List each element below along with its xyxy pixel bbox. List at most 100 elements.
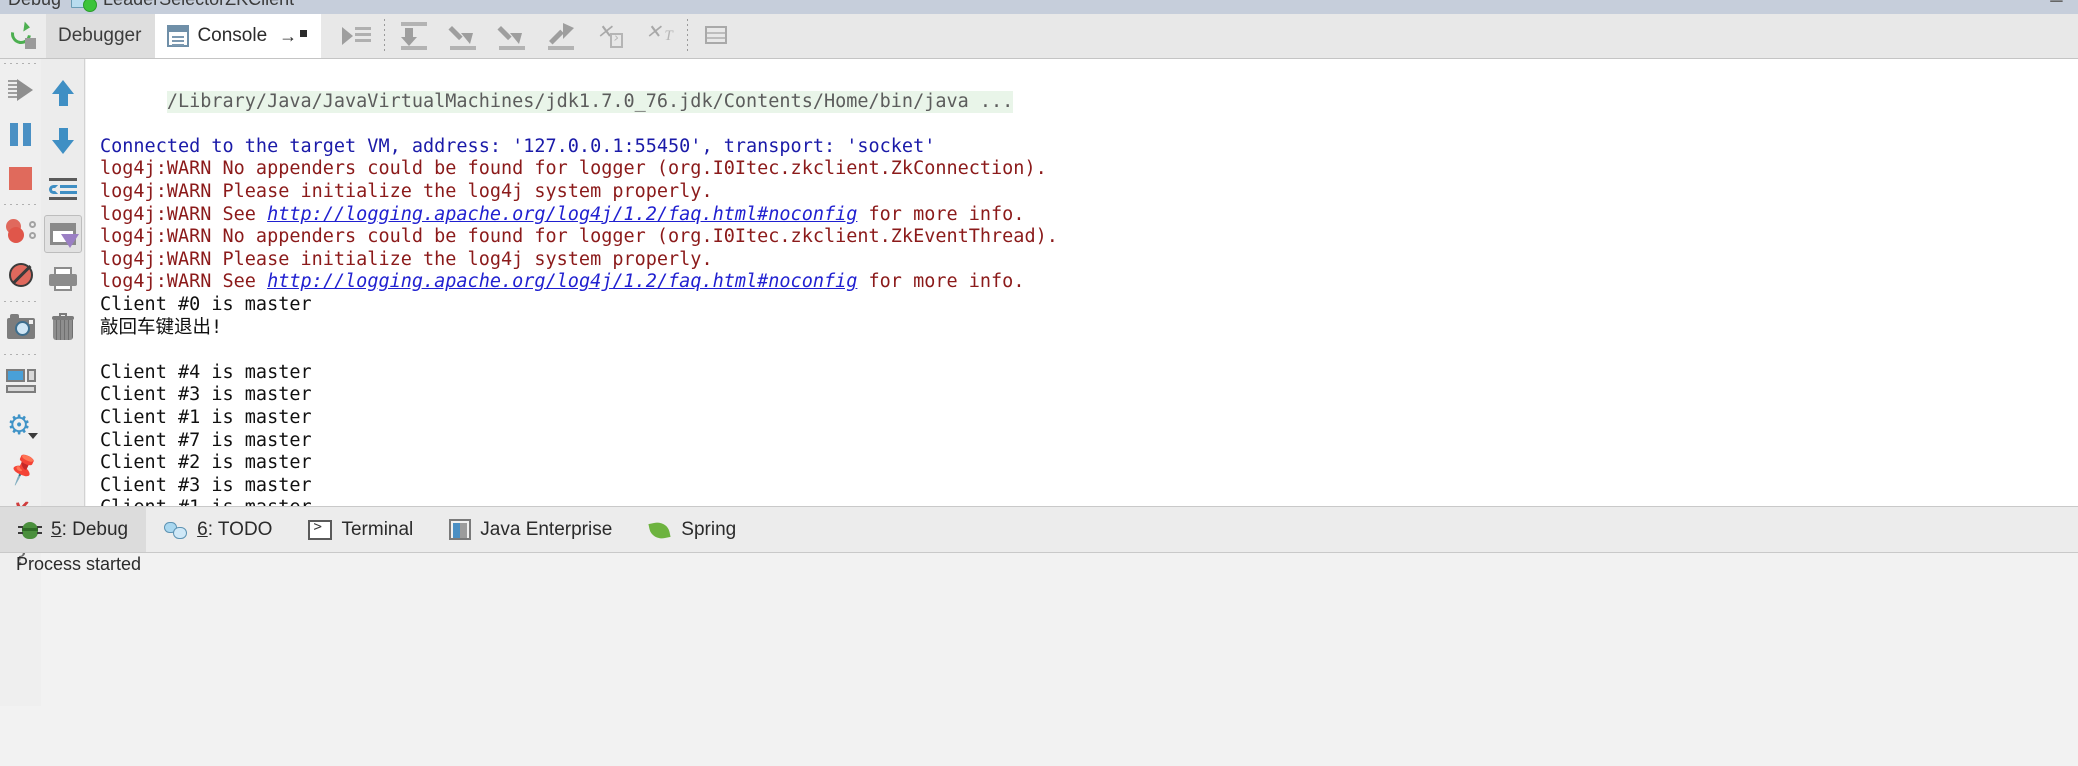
tool-window-spring[interactable]: Spring bbox=[630, 507, 754, 552]
restore-layout-button[interactable] bbox=[0, 359, 41, 403]
console-command-line: /Library/Java/JavaVirtualMachines/jdk1.7… bbox=[166, 90, 1014, 114]
tab-debugger[interactable]: Debugger bbox=[46, 14, 156, 58]
step-over-button[interactable] bbox=[389, 14, 438, 58]
step-over-icon bbox=[399, 21, 429, 51]
soft-wrap-button[interactable] bbox=[41, 167, 85, 211]
rail-separator-2 bbox=[4, 204, 37, 205]
pause-program-button[interactable] bbox=[0, 112, 41, 156]
tab-pin-control[interactable]: → bbox=[279, 25, 308, 47]
bug-icon bbox=[18, 520, 42, 540]
window-title-prefix: Debug bbox=[8, 0, 61, 10]
log4j-faq-link[interactable]: http://logging.apache.org/log4j/1.2/faq.… bbox=[267, 204, 857, 225]
toolbar-separator bbox=[384, 19, 386, 53]
console-line: log4j:WARN See http://logging.apache.org… bbox=[100, 204, 2078, 227]
thread-dump-button[interactable] bbox=[0, 306, 41, 350]
tool-window-todo-label: 6: TODO bbox=[197, 519, 272, 541]
tab-pin-arrow: → bbox=[279, 25, 298, 46]
settings-button[interactable]: ⚙ bbox=[0, 403, 41, 447]
show-execution-point-button[interactable] bbox=[331, 14, 380, 58]
pause-icon bbox=[10, 122, 31, 146]
breakpoints-icon bbox=[5, 219, 36, 243]
print-button[interactable] bbox=[41, 257, 85, 301]
pin-tab-button[interactable]: 📌 bbox=[0, 447, 42, 491]
console-line: log4j:WARN No appenders could be found f… bbox=[100, 158, 1047, 180]
status-bar-message: Process started bbox=[16, 554, 142, 574]
gear-icon: ⚙ bbox=[7, 412, 38, 439]
console-warn-prefix: log4j:WARN See bbox=[100, 271, 268, 293]
drop-frame-button[interactable]: ✕ bbox=[585, 14, 634, 58]
scroll-to-end-icon bbox=[50, 223, 79, 248]
scroll-to-end-button[interactable] bbox=[44, 215, 82, 253]
tab-console-label: Console bbox=[197, 25, 268, 46]
drop-frame-icon: ✕ bbox=[595, 21, 625, 51]
tool-window-debug-text: : Debug bbox=[61, 518, 129, 540]
run-to-cursor-icon: ✕ T bbox=[645, 22, 673, 44]
step-into-button[interactable] bbox=[438, 14, 487, 58]
step-into-icon bbox=[448, 21, 478, 51]
tool-window-java-enterprise[interactable]: Java Enterprise bbox=[431, 507, 630, 552]
view-breakpoints-button[interactable] bbox=[0, 209, 41, 253]
force-step-into-icon bbox=[497, 21, 527, 51]
window-menu-icon[interactable]: ☰ bbox=[2049, 0, 2064, 7]
soft-wrap-icon bbox=[49, 178, 77, 200]
tab-debugger-label: Debugger bbox=[58, 25, 142, 46]
rerun-button[interactable] bbox=[0, 14, 46, 58]
layout-icon bbox=[5, 369, 36, 393]
rail-separator-4 bbox=[4, 354, 37, 355]
clear-all-button[interactable] bbox=[41, 305, 85, 349]
stepping-toolbar: ✕ ✕T bbox=[321, 14, 742, 58]
evaluate-expression-icon bbox=[702, 21, 732, 51]
mute-breakpoints-button[interactable] bbox=[0, 253, 41, 297]
spring-icon bbox=[648, 519, 672, 541]
tool-window-debug[interactable]: 5: Debug bbox=[0, 507, 147, 552]
tool-window-debug-label: 5: Debug bbox=[51, 519, 128, 541]
console-icon bbox=[167, 25, 190, 47]
debug-tabs: Debugger Console → bbox=[46, 14, 322, 58]
camera-icon bbox=[6, 313, 35, 339]
console-line: Client #3 is master bbox=[100, 384, 312, 406]
debug-tool-window: Debug LeaderSelectorZKClient ☰ Debugger … bbox=[0, 0, 2078, 766]
console-line: log4j:WARN See http://logging.apache.org… bbox=[100, 271, 2078, 294]
evaluate-expression-button[interactable] bbox=[692, 14, 741, 58]
console-line: 敲回车键退出! bbox=[100, 316, 223, 338]
rerun-icon bbox=[7, 20, 36, 49]
console-line: Connected to the target VM, address: '12… bbox=[100, 135, 936, 157]
mute-breakpoints-icon bbox=[8, 263, 33, 287]
console-output[interactable]: /Library/Java/JavaVirtualMachines/jdk1.7… bbox=[86, 59, 2078, 506]
window-title-bar: Debug LeaderSelectorZKClient ☰ bbox=[0, 0, 2078, 14]
console-warn-prefix: log4j:WARN See bbox=[100, 203, 268, 225]
step-out-button[interactable] bbox=[536, 14, 585, 58]
debug-header: Debugger Console → ✕ › ✕ T bbox=[0, 14, 2078, 59]
console-line: log4j:WARN Please initialize the log4j s… bbox=[100, 248, 713, 270]
force-step-into-button[interactable] bbox=[487, 14, 536, 58]
console-warn-suffix: for more info. bbox=[857, 203, 1025, 225]
run-configuration-icon bbox=[71, 0, 98, 12]
tool-window-terminal[interactable]: Terminal bbox=[290, 507, 431, 552]
console-line: Client #0 is master bbox=[100, 293, 312, 315]
arrow-down-icon bbox=[52, 128, 74, 154]
console-line: Client #7 is master bbox=[100, 429, 312, 451]
log4j-faq-link[interactable]: http://logging.apache.org/log4j/1.2/faq.… bbox=[267, 271, 857, 292]
tool-window-todo-number: 6 bbox=[197, 518, 208, 540]
java-enterprise-icon bbox=[449, 519, 472, 540]
tool-window-java-enterprise-label: Java Enterprise bbox=[480, 518, 613, 540]
resume-icon bbox=[7, 79, 34, 101]
up-stack-trace-button[interactable] bbox=[41, 71, 85, 115]
run-to-cursor-button[interactable]: ✕ T bbox=[634, 14, 683, 58]
tool-window-spring-label: Spring bbox=[681, 518, 737, 540]
console-line: Client #2 is master bbox=[100, 452, 312, 474]
run-configuration-name: LeaderSelectorZKClient bbox=[103, 0, 294, 10]
down-stack-trace-button[interactable] bbox=[41, 119, 85, 163]
resume-program-button[interactable] bbox=[0, 68, 41, 112]
print-icon bbox=[49, 267, 77, 291]
stop-program-button[interactable] bbox=[0, 156, 41, 200]
stop-icon bbox=[9, 166, 32, 190]
tool-window-bar: 5: Debug 6: TODO Terminal Java Enterpris… bbox=[0, 507, 2078, 553]
trash-icon bbox=[52, 312, 74, 340]
toolbar-separator-2 bbox=[687, 19, 689, 53]
tab-console[interactable]: Console → bbox=[155, 14, 322, 58]
terminal-icon bbox=[308, 519, 333, 540]
tool-window-todo-text: : TODO bbox=[207, 518, 273, 540]
tool-window-todo[interactable]: 6: TODO bbox=[146, 507, 290, 552]
